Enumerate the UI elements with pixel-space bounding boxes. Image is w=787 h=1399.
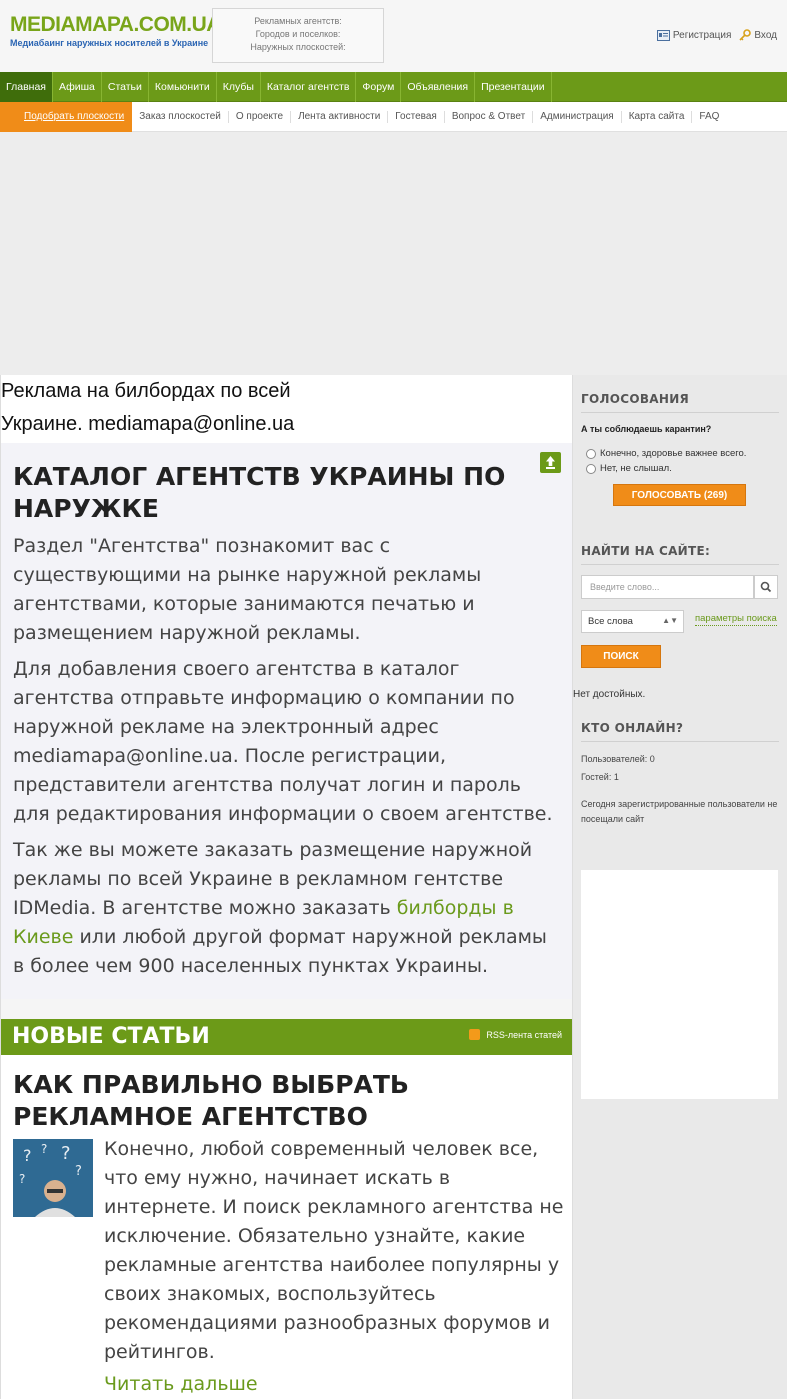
stats-agencies: Рекламных агентств: — [254, 16, 342, 26]
register-icon — [656, 29, 670, 41]
poll-question: А ты соблюдаешь карантин? — [581, 424, 712, 434]
rss-label: RSS-лента статей — [486, 1029, 562, 1040]
user-links: Регистрация Вход — [656, 29, 777, 41]
subnav-faq[interactable]: FAQ — [692, 111, 726, 123]
register-label: Регистрация — [672, 29, 732, 41]
search-heading: НАЙТИ НА САЙТЕ: — [581, 544, 779, 565]
article-title[interactable]: КАК ПРАВИЛЬНО ВЫБРАТЬ РЕКЛАМНОЕ АГЕНТСТВ… — [13, 1069, 560, 1133]
nav-item-clubs[interactable]: Клубы — [217, 72, 261, 102]
site-logo[interactable]: MEDIAMAPA.COM.UA Медиабаинг наружных нос… — [10, 13, 221, 49]
svg-text:?: ? — [23, 1146, 32, 1165]
new-articles-title: НОВЫЕ СТАТЬИ — [12, 1024, 210, 1049]
nav-item-ads[interactable]: Объявления — [401, 72, 476, 102]
login-label: Вход — [754, 29, 777, 41]
ad-text-line1: Реклама на билбордах по всей — [1, 380, 291, 402]
catalog-paragraph-3: Так же вы можете заказать размещение нар… — [13, 836, 560, 981]
subnav-pick-surfaces[interactable]: Подобрать плоскости — [0, 101, 133, 132]
nav-item-forum[interactable]: Форум — [356, 72, 402, 102]
ad-text-line2: Украине. mediamapa@online.ua — [1, 413, 295, 435]
nav-item-community[interactable]: Комьюнити — [149, 72, 217, 102]
svg-text:?: ? — [61, 1143, 71, 1164]
upload-icon[interactable] — [540, 452, 561, 473]
search-button[interactable]: ПОИСК — [581, 645, 661, 668]
subnav-administration[interactable]: Администрация — [533, 110, 622, 123]
search-input[interactable]: Введите слово... — [581, 575, 754, 599]
article-body: Конечно, любой современный человек все, … — [104, 1138, 564, 1363]
article-thumbnail[interactable]: ? ? ? ? ? — [13, 1139, 93, 1217]
main-nav: Главная Афиша Статьи Комьюнити Клубы Кат… — [0, 72, 787, 102]
guests-online: Гостей: 1 — [581, 772, 619, 782]
read-more-link[interactable]: Читать дальше — [104, 1373, 258, 1395]
select-arrows-icon: ▲▼ — [662, 616, 678, 625]
catalog-paragraph-2: Для добавления своего агентства в катало… — [13, 658, 553, 825]
poll-option-1-label: Конечно, здоровье важнее всего. — [600, 448, 747, 459]
users-online: Пользователей: 0 — [581, 754, 655, 764]
nav-item-afisha[interactable]: Афиша — [53, 72, 102, 102]
new-articles-bar: НОВЫЕ СТАТЬИ RSS-лента статей — [1, 1019, 572, 1055]
vote-button[interactable]: ГОЛОСОВАТЬ (269) — [613, 484, 746, 506]
site-header: MEDIAMAPA.COM.UA Медиабаинг наружных нос… — [0, 0, 787, 72]
search-icon[interactable] — [754, 575, 778, 599]
subnav-order-surfaces[interactable]: Заказ плоскостей — [132, 110, 229, 123]
subnav-activity-feed[interactable]: Лента активности — [291, 110, 389, 123]
subnav-sitemap[interactable]: Карта сайта — [622, 110, 693, 123]
registered-today: Сегодня зарегистрированные пользователи … — [581, 799, 778, 824]
site-stats-box: Рекламных агентств: Городов и поселков: … — [212, 8, 384, 63]
register-link[interactable]: Регистрация — [656, 29, 732, 41]
catalog-section: КАТАЛОГ АГЕНТСТВ УКРАИНЫ ПО НАРУЖКЕ Разд… — [1, 443, 572, 999]
subnav-about[interactable]: О проекте — [229, 110, 292, 123]
svg-text:?: ? — [75, 1164, 82, 1179]
logo-subtitle: Медиабаинг наружных носителей в Украине — [10, 38, 209, 48]
online-heading: КТО ОНЛАЙН? — [581, 721, 779, 742]
nav-item-presentations[interactable]: Презентации — [475, 72, 552, 102]
article-card: КАК ПРАВИЛЬНО ВЫБРАТЬ РЕКЛАМНОЕ АГЕНТСТВ… — [1, 1055, 572, 1399]
sidebar-ad-block — [581, 870, 778, 1099]
nav-item-agency-catalog[interactable]: Каталог агентств — [261, 72, 357, 102]
login-link[interactable]: Вход — [739, 29, 777, 41]
ad-banner-space — [0, 132, 787, 375]
radio-button[interactable] — [586, 463, 596, 474]
subnav-qa[interactable]: Вопрос & Ответ — [445, 110, 534, 123]
poll-option-2-label: Нет, не слышал. — [600, 463, 672, 474]
catalog-p3-after: или любой другой формат наружной рекламы… — [13, 926, 547, 977]
rss-icon — [469, 1029, 481, 1040]
nav-item-home[interactable]: Главная — [0, 72, 53, 102]
nav-item-articles[interactable]: Статьи — [102, 72, 149, 102]
poll-option-2[interactable]: Нет, не слышал. — [586, 463, 672, 474]
radio-button[interactable] — [586, 448, 596, 459]
catalog-title: КАТАЛОГ АГЕНТСТВ УКРАИНЫ ПО НАРУЖКЕ — [13, 462, 506, 523]
poll-option-1[interactable]: Конечно, здоровье важнее всего. — [586, 448, 746, 459]
logo-title: MEDIAMAPA.COM.UA — [10, 13, 221, 36]
search-mode-select[interactable]: Все слова ▲▼ — [581, 610, 684, 633]
stats-surfaces: Наружных плоскостей: — [250, 42, 346, 52]
catalog-paragraph-1: Раздел "Агентства" познакомит вас с суще… — [13, 535, 482, 644]
sub-nav: Подобрать плоскости Заказ плоскостей О п… — [0, 101, 787, 132]
subnav-guestbook[interactable]: Гостевая — [388, 110, 445, 123]
rss-link[interactable]: RSS-лента статей — [469, 1029, 562, 1040]
stats-cities: Городов и поселков: — [255, 29, 341, 39]
search-mode-value: Все слова — [588, 616, 633, 627]
svg-text:?: ? — [41, 1142, 47, 1156]
key-icon — [739, 29, 752, 41]
ad-text-block: Реклама на билбордах по всей Украине. me… — [1, 375, 572, 443]
no-results-text: Нет достойных. — [573, 689, 646, 700]
svg-text:?: ? — [19, 1172, 25, 1186]
search-params-link[interactable]: параметры поиска — [695, 613, 777, 626]
poll-heading: ГОЛОСОВАНИЯ — [581, 392, 779, 413]
